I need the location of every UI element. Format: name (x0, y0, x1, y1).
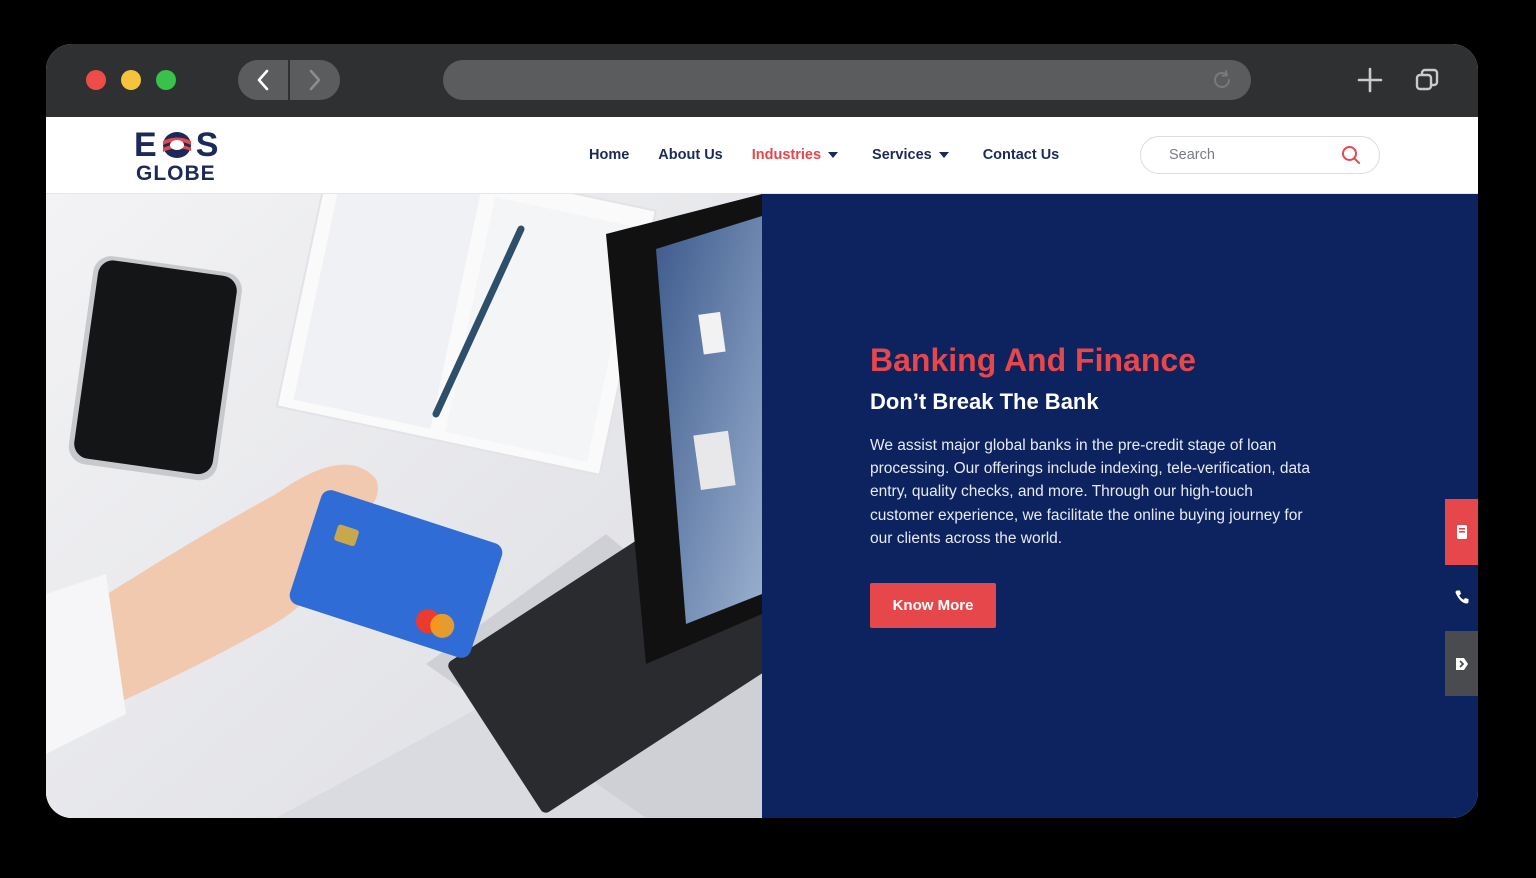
nav-contact-us-label: Contact Us (982, 147, 1060, 163)
nav-services-label: Services (872, 147, 932, 163)
site-header: E S GLOBE Home About Us Industries Servi… (46, 117, 1478, 194)
forward-button[interactable] (290, 60, 340, 100)
chevron-right-icon (309, 69, 321, 91)
logo-letter-s: S (195, 126, 220, 164)
hero-image (46, 194, 762, 818)
browser-window: E S GLOBE Home About Us Industries Servi… (46, 44, 1478, 818)
reload-icon[interactable] (1211, 69, 1233, 91)
history-buttons (238, 60, 340, 100)
chevron-left-icon (257, 69, 269, 91)
nav-about-us[interactable]: About Us (658, 147, 722, 163)
tabs-icon[interactable] (1413, 66, 1441, 94)
nav-about-us-label: About Us (658, 147, 723, 163)
main-nav: Home About Us Industries Services Contac… (589, 117, 1059, 193)
know-more-button[interactable]: Know More (870, 583, 996, 628)
address-bar[interactable] (443, 60, 1251, 100)
side-book-button[interactable] (1445, 499, 1478, 565)
nav-home[interactable]: Home (589, 147, 629, 163)
nav-home-label: Home (589, 147, 630, 163)
minimize-window-button[interactable] (121, 70, 141, 90)
browser-toolbar (46, 44, 1478, 117)
hero-description: We assist major global banks in the pre-… (870, 437, 1310, 547)
search-icon[interactable] (1341, 145, 1361, 165)
nav-industries[interactable]: Industries (751, 147, 839, 163)
hero-panel: Banking And Finance Don’t Break The Bank… (762, 194, 1478, 818)
search-input[interactable] (1169, 145, 1329, 165)
globe-icon (162, 132, 191, 158)
nav-contact-us[interactable]: Contact Us (983, 147, 1060, 163)
logo-letter-e: E (134, 126, 158, 164)
side-exit-button[interactable] (1445, 631, 1478, 696)
hero-subtitle: Don’t Break The Bank (870, 389, 1099, 414)
hero-title: Banking And Finance (870, 342, 1196, 378)
side-phone-button[interactable] (1445, 565, 1478, 629)
nav-services[interactable]: Services (872, 147, 949, 163)
phone-icon (1455, 590, 1468, 604)
close-window-button[interactable] (86, 70, 106, 90)
logo-wordmark: E S (134, 127, 219, 163)
hero-photo (46, 194, 762, 818)
logo-subtext: GLOBE (136, 162, 216, 185)
plus-icon[interactable] (1356, 66, 1384, 94)
back-button[interactable] (238, 60, 288, 100)
caret-down-icon (828, 152, 839, 158)
maximize-window-button[interactable] (156, 70, 176, 90)
exit-icon (1455, 657, 1468, 670)
book-icon (1456, 525, 1467, 539)
logo[interactable]: E S GLOBE (134, 127, 226, 187)
smartphone (68, 256, 242, 481)
caret-down-icon (938, 152, 949, 158)
search-box (1140, 136, 1380, 174)
nav-industries-label: Industries (751, 147, 822, 163)
